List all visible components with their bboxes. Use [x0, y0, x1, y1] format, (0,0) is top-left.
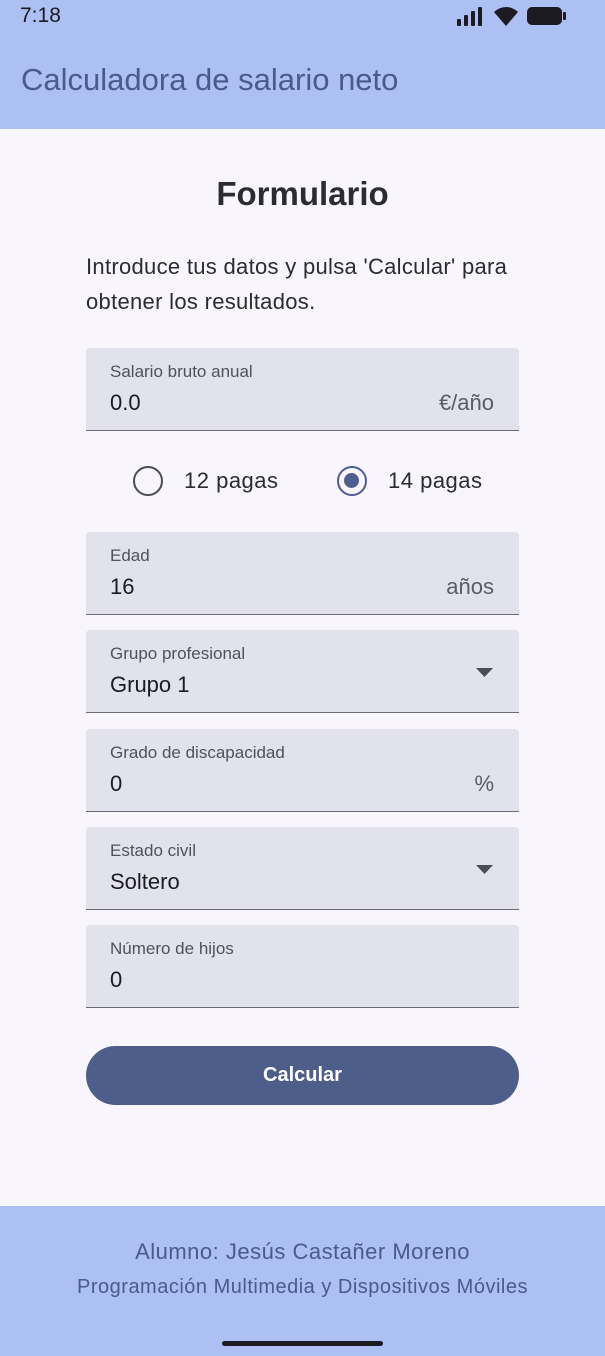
radio-12-pagas[interactable]: 12 pagas: [133, 466, 279, 496]
dropdown-arrow-icon[interactable]: [476, 865, 493, 875]
children-field[interactable]: Número de hijos 0: [86, 925, 519, 1008]
form-intro: Introduce tus datos y pulsa 'Calcular' p…: [86, 254, 508, 314]
professional-group-value: Grupo 1: [110, 672, 190, 697]
disability-suffix: %: [474, 771, 494, 796]
civil-status-value: Soltero: [110, 869, 180, 894]
disability-value: 0: [110, 771, 123, 796]
wifi-icon: [494, 7, 518, 26]
footer-student: Alumno: Jesús Castañer Moreno: [135, 1239, 470, 1264]
professional-group-dropdown[interactable]: Grupo profesional Grupo 1: [86, 630, 519, 713]
age-field[interactable]: Edad 16 años: [86, 532, 519, 615]
children-label: Número de hijos: [110, 939, 234, 958]
radio-14-pagas-label: 14 pagas: [388, 468, 483, 493]
form-title: Formulario: [216, 175, 389, 212]
footer-course: Programación Multimedia y Dispositivos M…: [77, 1276, 528, 1298]
age-label: Edad: [110, 546, 150, 565]
salary-value: 0.0: [110, 390, 141, 415]
battery-icon: [527, 6, 566, 25]
age-value: 16: [110, 574, 135, 599]
calculate-button[interactable]: Calcular: [86, 1046, 519, 1105]
salary-label: Salario bruto anual: [110, 362, 253, 381]
disability-label: Grado de discapacidad: [110, 743, 285, 762]
signal-icon: [457, 6, 482, 26]
dropdown-arrow-icon[interactable]: [476, 668, 493, 678]
children-value: 0: [110, 967, 123, 992]
salary-field[interactable]: Salario bruto anual 0.0 €/año: [86, 348, 519, 431]
salary-suffix: €/año: [438, 390, 494, 415]
civil-status-label: Estado civil: [110, 841, 196, 860]
status-time: 7:18: [20, 4, 61, 27]
radio-unchecked-icon[interactable]: [133, 466, 163, 496]
status-icons: [457, 5, 567, 26]
app-title: Calculadora de salario neto: [21, 62, 399, 97]
age-suffix: años: [446, 574, 494, 599]
civil-status-dropdown[interactable]: Estado civil Soltero: [86, 827, 519, 910]
app-bar: 7:18 Calculadora de salario neto: [0, 0, 605, 129]
footer: Alumno: Jesús Castañer Moreno Programaci…: [0, 1206, 605, 1356]
professional-group-label: Grupo profesional: [110, 644, 246, 663]
radio-12-pagas-label: 12 pagas: [184, 468, 279, 493]
radio-14-pagas[interactable]: 14 pagas: [337, 466, 483, 496]
payments-radio-group: 12 pagas 14 pagas: [0, 466, 605, 500]
home-indicator[interactable]: [222, 1341, 383, 1346]
disability-field[interactable]: Grado de discapacidad 0 %: [86, 729, 519, 812]
radio-checked-icon[interactable]: [337, 466, 367, 496]
